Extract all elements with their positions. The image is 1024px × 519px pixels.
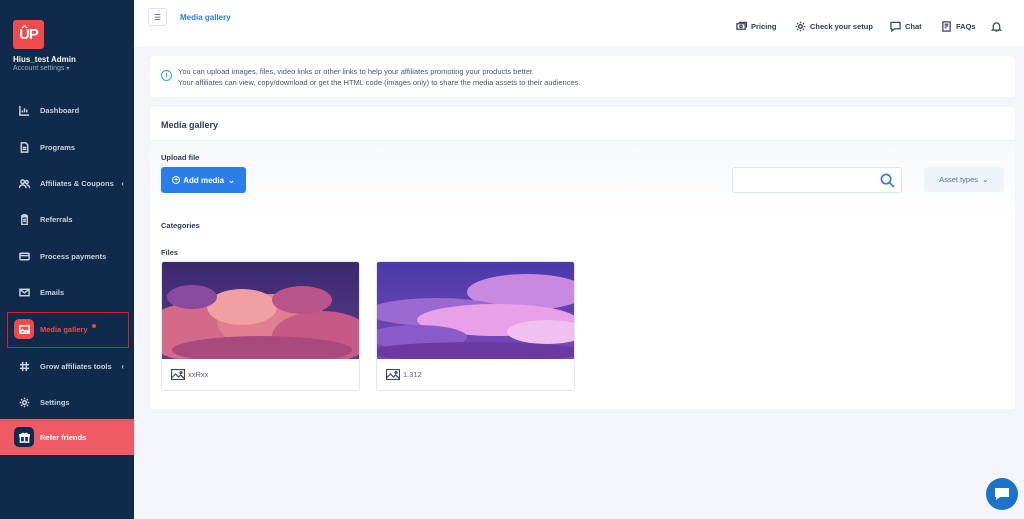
- gear-icon: [795, 21, 806, 32]
- account-settings-label: Account settings: [13, 65, 65, 72]
- caret-down-icon: ▾: [66, 66, 70, 72]
- media-gallery-card: Media gallery Upload file + Add media ⌄ …: [150, 107, 1015, 409]
- live-chat-button[interactable]: [986, 478, 1018, 510]
- card-icon: [18, 250, 30, 262]
- chart-icon: [18, 104, 30, 116]
- app-logo[interactable]: ÛP: [13, 20, 44, 49]
- hamburger-icon: ☰: [153, 12, 162, 22]
- info-banner: i You can upload images, files, video li…: [150, 56, 1015, 97]
- file-name: 1.312: [403, 370, 422, 379]
- notification-dot: [91, 324, 96, 328]
- gear-icon: [18, 396, 30, 408]
- tools-icon: [18, 360, 30, 372]
- sidebar-item-programs[interactable]: Programs: [0, 133, 134, 161]
- chevron-left-icon: ‹: [121, 361, 124, 371]
- sidebar-item-label: Refer friends: [40, 432, 87, 442]
- sidebar-item-emails[interactable]: Emails: [0, 278, 134, 306]
- file-name: xxRxx: [188, 370, 209, 379]
- gift-icon: [14, 427, 34, 447]
- document-icon: [18, 141, 30, 153]
- add-media-label: Add media: [183, 175, 225, 185]
- sidebar-item-label: Affiliates & Coupons: [40, 178, 114, 188]
- faqs-label: FAQs: [956, 22, 976, 31]
- clipboard-icon: [18, 213, 30, 225]
- bell-icon: [991, 22, 1002, 32]
- money-icon: [736, 21, 747, 30]
- account-settings-menu[interactable]: Account settings ▾: [13, 65, 69, 72]
- sidebar-item-label: Settings: [40, 397, 70, 407]
- sidebar-item-refer-friends[interactable]: Refer friends: [0, 419, 134, 455]
- file-thumbnail: [377, 262, 574, 362]
- top-bar: ☰ Media gallery Pricing Check your setup…: [134, 0, 1024, 46]
- asset-types-label: Asset types: [939, 175, 979, 184]
- sidebar-item-label: Programs: [40, 142, 76, 152]
- page-breadcrumb: Media gallery: [180, 13, 231, 22]
- asset-types-dropdown[interactable]: Asset types ⌄: [924, 167, 1004, 192]
- chevron-left-icon: ‹: [121, 178, 124, 188]
- categories-label: Categories: [161, 221, 200, 230]
- image-icon: [171, 369, 185, 380]
- file-thumbnail: [162, 262, 359, 364]
- add-media-button[interactable]: + Add media ⌄: [161, 167, 246, 193]
- upload-file-label: Upload file: [161, 153, 200, 162]
- chevron-down-icon: ⌄: [228, 175, 235, 185]
- sidebar-item-media-gallery[interactable]: Media gallery: [0, 315, 134, 343]
- sidebar-item-process-payments[interactable]: Process payments: [0, 242, 134, 270]
- sidebar-item-label: Process payments: [40, 251, 107, 261]
- sidebar-item-grow-tools[interactable]: Grow affiliates tools ‹: [0, 352, 134, 380]
- sidebar-item-label: Referrals: [40, 214, 73, 224]
- sidebar-item-affiliates[interactable]: Affiliates & Coupons ‹: [0, 169, 134, 197]
- mail-icon: [18, 286, 30, 298]
- file-card[interactable]: xxRxx: [161, 261, 360, 391]
- file-card[interactable]: 1.312: [376, 261, 575, 391]
- image-icon: [386, 369, 400, 380]
- account-name: Hius_test Admin: [13, 55, 76, 64]
- pricing-label: Pricing: [751, 22, 777, 31]
- plus-circle-icon: +: [172, 176, 181, 184]
- faqs-link[interactable]: FAQs: [941, 21, 976, 32]
- sidebar-item-label: Dashboard: [40, 105, 80, 115]
- card-title: Media gallery: [161, 120, 219, 130]
- sidebar-item-label: Grow affiliates tools: [40, 361, 112, 371]
- users-icon: [18, 177, 30, 189]
- sidebar-item-dashboard[interactable]: Dashboard: [0, 96, 134, 124]
- image-icon: [14, 319, 34, 339]
- chat-link[interactable]: Chat: [890, 21, 922, 32]
- info-icon: i: [161, 70, 172, 81]
- sidebar-item-settings[interactable]: Settings: [0, 388, 134, 416]
- chat-icon: [890, 21, 901, 32]
- book-icon: [942, 21, 951, 32]
- file-caption: 1.312: [386, 369, 422, 380]
- search-input[interactable]: [732, 167, 902, 193]
- chevron-down-icon: ⌄: [982, 175, 989, 184]
- search-icon[interactable]: [880, 173, 895, 188]
- files-label: Files: [161, 248, 179, 257]
- info-text-line2: Your affiliates can view, copy/download …: [178, 78, 581, 87]
- chat-icon: [995, 488, 1009, 500]
- check-setup-link[interactable]: Check your setup: [795, 21, 873, 32]
- sidebar-item-referrals[interactable]: Referrals: [0, 205, 134, 233]
- sidebar-item-label: Media gallery: [40, 324, 88, 334]
- sidebar: ÛP Hius_test Admin Account settings ▾ Das…: [0, 0, 134, 519]
- file-caption: xxRxx: [171, 369, 208, 380]
- menu-toggle-button[interactable]: ☰: [148, 8, 167, 26]
- sidebar-item-label: Emails: [40, 287, 65, 297]
- chat-label: Chat: [905, 22, 922, 31]
- info-text-line1: You can upload images, files, video link…: [178, 67, 535, 76]
- notifications-button[interactable]: [991, 21, 1006, 32]
- check-setup-label: Check your setup: [810, 22, 873, 31]
- pricing-link[interactable]: Pricing: [736, 21, 776, 32]
